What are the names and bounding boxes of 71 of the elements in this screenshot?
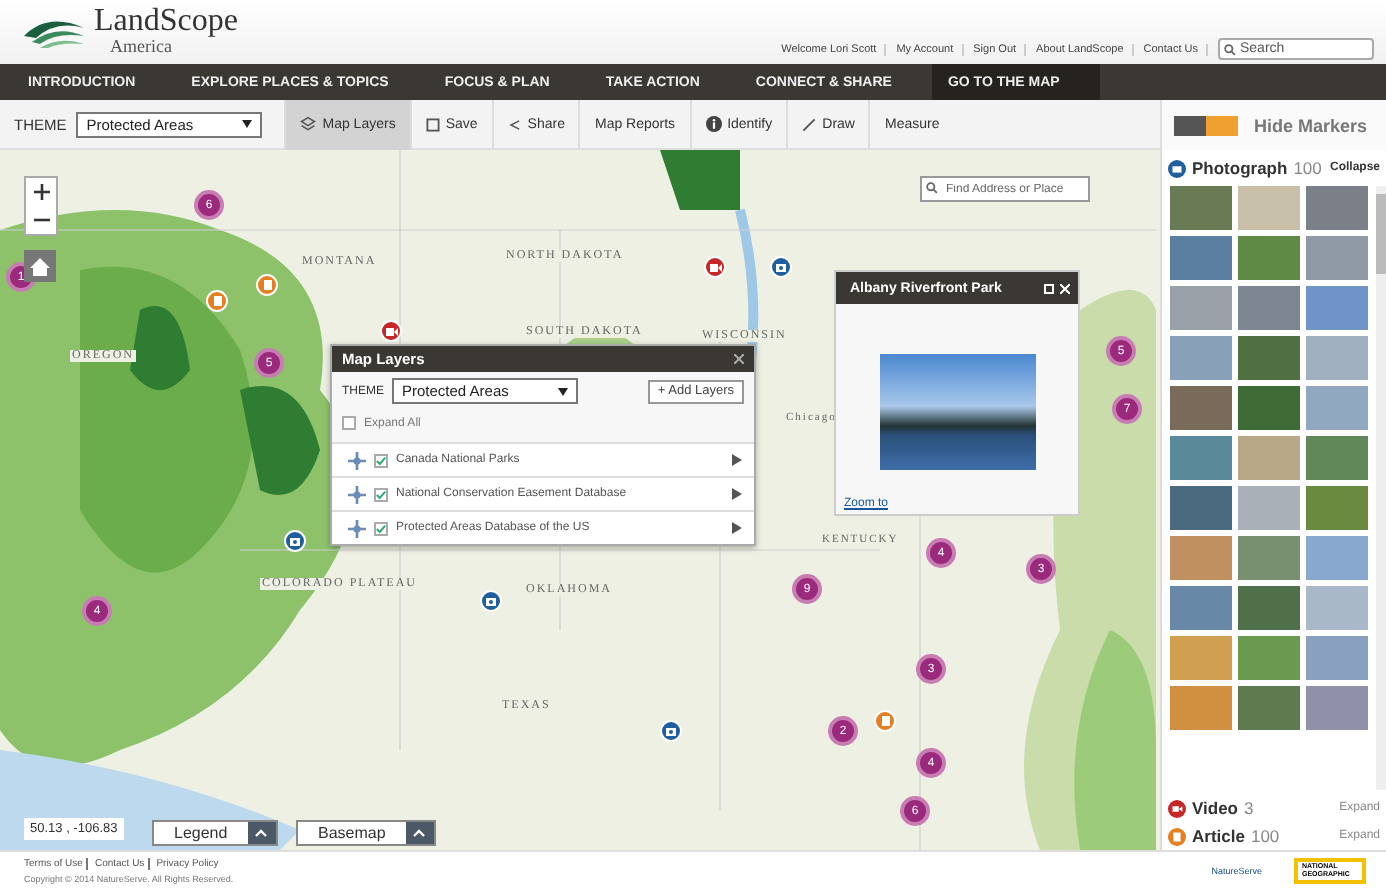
photo-placeholder[interactable] <box>1170 486 1232 530</box>
photo-placeholder[interactable] <box>1306 186 1368 230</box>
save-icon <box>425 117 440 131</box>
dropdown-caret-icon <box>242 120 253 128</box>
category-count: 100 <box>1293 158 1322 178</box>
move-icon[interactable] <box>348 485 366 503</box>
photo-placeholder[interactable] <box>1170 236 1232 280</box>
photo-placeholder[interactable] <box>1238 536 1300 580</box>
logo-subtitle: America <box>110 37 172 55</box>
photo-placeholder[interactable] <box>1170 636 1232 680</box>
caret-up-icon <box>412 828 427 838</box>
dropdown-caret-icon <box>558 387 568 395</box>
photo-placeholder[interactable] <box>1238 236 1300 280</box>
photo-placeholder[interactable] <box>1306 436 1368 480</box>
category-name: Article <box>1192 826 1245 846</box>
expand-arrow-icon[interactable] <box>732 488 742 500</box>
photo-placeholder[interactable] <box>1306 586 1368 630</box>
expand-arrow-icon[interactable] <box>732 454 742 466</box>
expand-all-checkbox[interactable] <box>342 416 356 430</box>
maximize-icon[interactable] <box>1044 283 1054 293</box>
photo-placeholder[interactable] <box>1306 336 1368 380</box>
layers-icon <box>300 116 317 132</box>
search-icon <box>1224 43 1236 55</box>
photo-placeholder[interactable] <box>1238 386 1300 430</box>
photo-placeholder[interactable] <box>1170 536 1232 580</box>
photo-placeholder[interactable] <box>1306 686 1368 730</box>
logo-title: LandScope <box>94 5 238 37</box>
photo-placeholder[interactable] <box>1306 636 1368 680</box>
legend-button[interactable]: Legend <box>152 820 278 846</box>
photo-placeholder[interactable] <box>1170 286 1232 330</box>
photo-placeholder[interactable] <box>1238 336 1300 380</box>
hide-markers-label: Hide Markers <box>1254 115 1368 135</box>
photo-placeholder[interactable] <box>1170 386 1232 430</box>
photo-placeholder[interactable] <box>1170 186 1232 230</box>
category-name: Photograph <box>1192 158 1288 178</box>
photo-placeholder[interactable] <box>1238 436 1300 480</box>
share-icon <box>507 117 522 131</box>
photo-placeholder[interactable] <box>1306 486 1368 530</box>
photo-placeholder[interactable] <box>1306 386 1368 430</box>
layer-checkbox[interactable] <box>374 521 388 535</box>
photo-placeholder[interactable] <box>1170 436 1232 480</box>
photo-placeholder[interactable] <box>1238 636 1300 680</box>
caret-up-icon <box>254 828 269 838</box>
info-icon <box>705 116 722 132</box>
photo-placeholder[interactable] <box>1238 186 1300 230</box>
category-count: 3 <box>1244 798 1254 818</box>
photo-placeholder[interactable] <box>1238 486 1300 530</box>
move-icon[interactable] <box>348 451 366 469</box>
layer-checkbox[interactable] <box>374 453 388 467</box>
photo-placeholder[interactable] <box>1170 336 1232 380</box>
photo-placeholder[interactable] <box>1238 686 1300 730</box>
category-name: Video <box>1192 798 1238 818</box>
search-icon <box>926 182 938 194</box>
photo-placeholder[interactable] <box>1306 536 1368 580</box>
pencil-icon <box>802 117 817 131</box>
basemap-button[interactable]: Basemap <box>296 820 436 846</box>
move-icon[interactable] <box>348 519 366 537</box>
home-button[interactable] <box>24 250 56 282</box>
photo-placeholder[interactable] <box>1238 286 1300 330</box>
category-count: 100 <box>1250 826 1280 846</box>
photo-placeholder[interactable] <box>1306 236 1368 280</box>
photo-placeholder[interactable] <box>1170 686 1232 730</box>
plus-icon <box>33 184 49 200</box>
photo-placeholder[interactable] <box>1238 586 1300 630</box>
close-icon[interactable] <box>734 354 744 364</box>
photo-placeholder[interactable] <box>1306 286 1368 330</box>
layer-checkbox[interactable] <box>374 487 388 501</box>
markers-toggle[interactable] <box>1174 115 1238 135</box>
photo-placeholder[interactable] <box>1170 586 1232 630</box>
home-icon <box>30 257 50 275</box>
expand-arrow-icon[interactable] <box>732 522 742 534</box>
